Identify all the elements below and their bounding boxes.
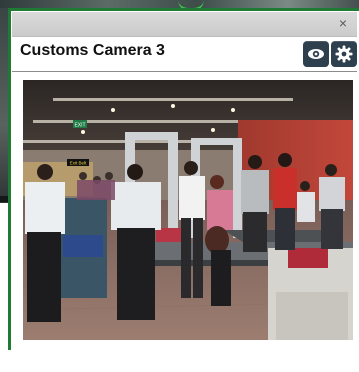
gear-icon xyxy=(335,45,353,63)
close-button[interactable]: × xyxy=(335,15,351,31)
close-icon[interactable]: × xyxy=(339,15,347,31)
belt-sign: Exit Belt xyxy=(70,161,87,166)
panel-frame-top xyxy=(8,8,359,11)
camera-title: Customs Camera 3 xyxy=(20,42,165,59)
background-desktop-edge xyxy=(0,8,8,203)
exit-sign: EXIT xyxy=(74,123,85,129)
panel-titlebar[interactable]: × xyxy=(12,12,357,37)
settings-button[interactable] xyxy=(331,41,357,67)
view-button[interactable] xyxy=(303,41,329,67)
panel-header: Customs Camera 3 xyxy=(12,37,357,72)
camera-feed[interactable]: EXIT Exit Belt xyxy=(23,80,353,340)
eye-icon xyxy=(308,49,324,59)
panel-frame-left xyxy=(8,8,11,350)
